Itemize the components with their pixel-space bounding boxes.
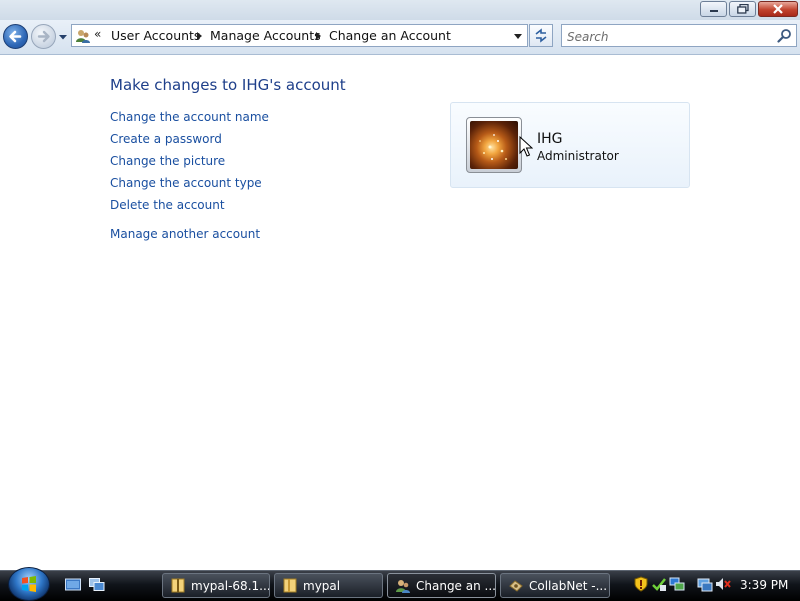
address-dropdown-icon[interactable] [514,34,522,39]
forward-button[interactable] [31,24,56,49]
breadcrumb-change-account[interactable]: Change an Account [329,28,451,43]
search-icon[interactable] [777,28,792,43]
title-bar [0,0,800,20]
back-button[interactable] [3,24,28,49]
search-box [561,24,797,48]
taskbar-button-label: mypal [303,579,341,593]
account-name: IHG [537,131,563,147]
collabnet-icon [509,580,523,592]
minimize-icon [709,10,718,12]
taskbar-button-change-account[interactable]: Change an ... [387,573,496,598]
refresh-icon [535,28,547,43]
show-desktop-icon[interactable] [65,578,81,592]
network-icon[interactable] [669,576,685,592]
close-button[interactable] [758,1,798,17]
taskbar-button-mypal[interactable]: mypal [274,573,383,598]
breadcrumb-arrow-icon[interactable] [316,32,321,40]
change-account-type-link[interactable]: Change the account type [110,176,262,190]
breadcrumb-arrow-icon[interactable] [197,32,202,40]
account-card: IHG Administrator [450,102,690,188]
search-input[interactable] [562,25,779,48]
change-account-name-link[interactable]: Change the account name [110,110,269,124]
system-clock[interactable]: 3:39 PM [740,578,788,592]
taskbar-button-collabnet[interactable]: CollabNet -... [500,573,610,598]
start-button[interactable] [8,567,50,601]
restore-icon [736,4,749,14]
windows-start-icon [22,576,36,592]
close-icon [773,4,783,14]
folder-zip-icon [171,578,185,593]
restore-button[interactable] [729,1,756,17]
display-icon[interactable] [697,576,713,592]
page-title: Make changes to IHG's account [110,76,346,94]
breadcrumb-overflow[interactable]: « [94,27,101,41]
manage-another-account-link[interactable]: Manage another account [110,227,260,241]
chevron-down-icon[interactable] [58,32,68,42]
sparkle-decoration [479,134,507,160]
taskbar-button-label: CollabNet -... [529,579,608,593]
mouse-cursor-icon [519,136,533,157]
refresh-button[interactable] [529,24,553,47]
user-accounts-icon [76,30,90,43]
security-alert-icon[interactable] [633,576,649,592]
volume-muted-icon[interactable] [715,576,731,592]
taskbar-button-mypal-zip[interactable]: mypal-68.1... [162,573,270,598]
switch-windows-icon[interactable] [89,578,105,592]
breadcrumb-user-accounts[interactable]: User Accounts [111,28,200,43]
user-picture-icon [466,117,522,173]
user-picture-image [470,121,518,169]
user-accounts-icon [396,580,410,593]
minimize-button[interactable] [700,1,727,17]
account-type: Administrator [537,149,619,163]
taskbar-button-label: mypal-68.1... [191,579,270,593]
change-picture-link[interactable]: Change the picture [110,154,225,168]
breadcrumb-manage-accounts[interactable]: Manage Accounts [210,28,321,43]
update-icon[interactable] [651,576,667,592]
back-arrow-icon [9,30,22,43]
address-bar[interactable]: « User Accounts Manage Accounts Change a… [71,24,528,47]
forward-arrow-icon [37,30,50,43]
create-password-link[interactable]: Create a password [110,132,222,146]
taskbar-button-label: Change an ... [416,579,496,593]
folder-icon [283,578,297,593]
caption-buttons [700,1,798,17]
delete-account-link[interactable]: Delete the account [110,198,225,212]
navigation-bar: « User Accounts Manage Accounts Change a… [0,20,800,55]
